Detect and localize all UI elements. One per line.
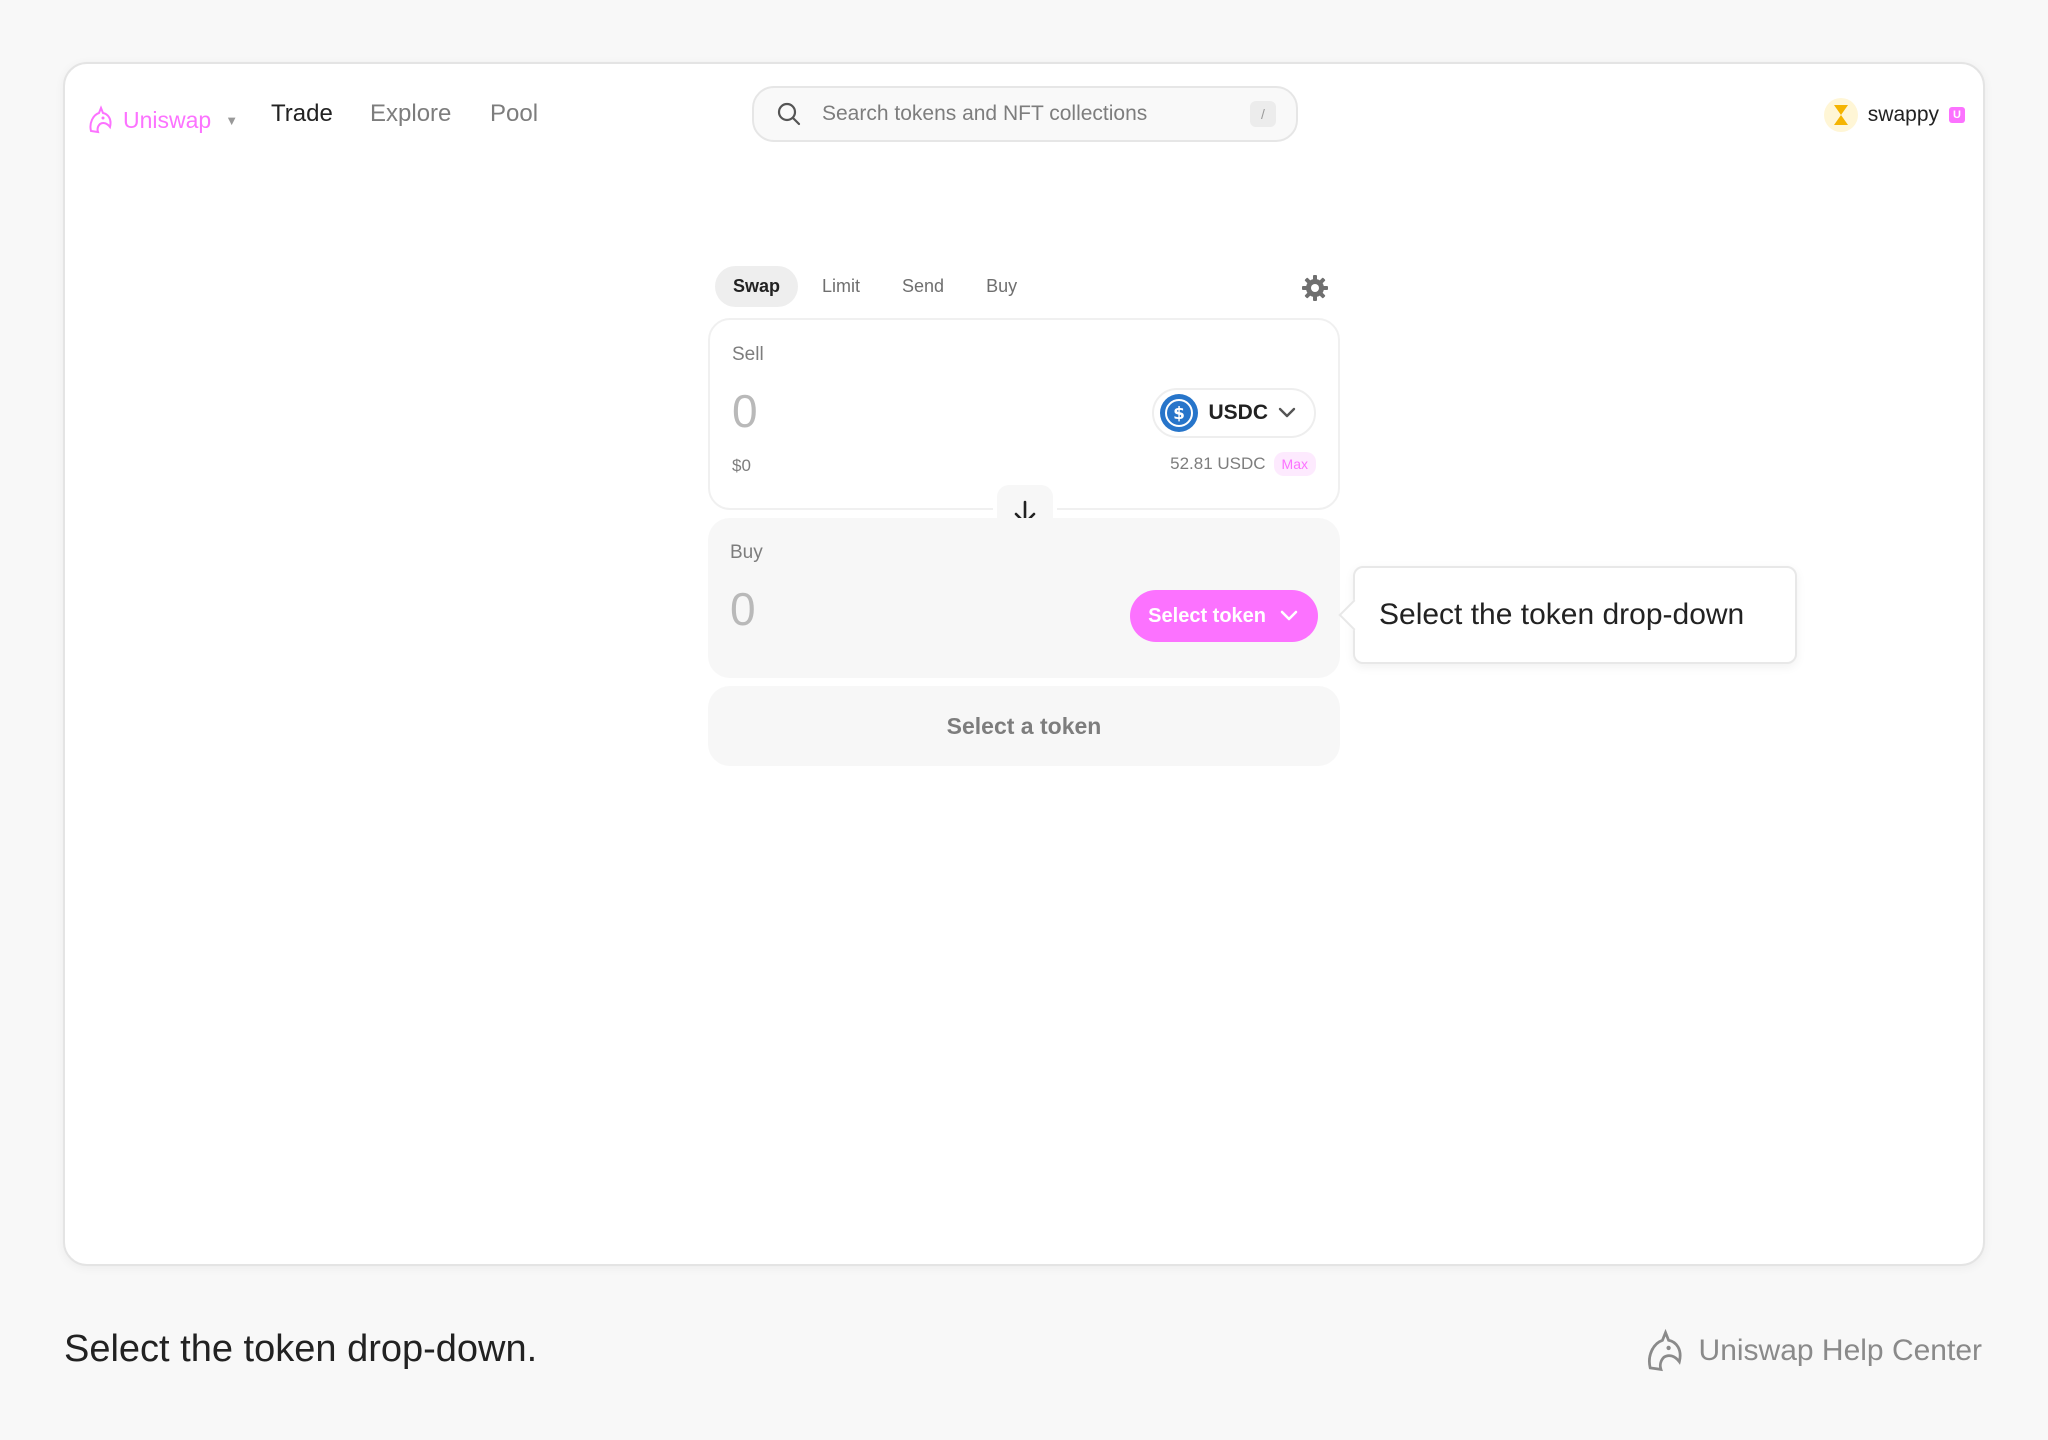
select-token-button[interactable]: Select token — [1130, 590, 1318, 642]
gear-icon[interactable] — [1301, 274, 1329, 302]
sell-token-selector[interactable]: $ USDC — [1152, 388, 1316, 438]
avatar — [1823, 98, 1858, 132]
buy-panel: Buy 0 Select token — [708, 518, 1340, 678]
app-window: Uniswap ▼ Trade Explore Pool Search toke… — [63, 62, 1985, 1266]
help-center-label: Uniswap Help Center — [1698, 1334, 1982, 1367]
uniswap-wallet-badge-icon: U — [1949, 107, 1965, 123]
usdc-token-icon: $ — [1160, 394, 1199, 432]
step-caption: Select the token drop-down. — [64, 1328, 538, 1370]
tab-send[interactable]: Send — [884, 266, 962, 307]
select-token-label: Select token — [1148, 604, 1266, 627]
account-name: swappy — [1867, 103, 1939, 126]
sell-balance-value: 52.81 USDC — [1170, 454, 1266, 473]
nav-pool[interactable]: Pool — [490, 100, 538, 128]
hourglass-icon — [1833, 105, 1848, 125]
unicorn-logo-icon — [89, 105, 112, 134]
account-button[interactable]: swappy U — [1823, 98, 1965, 132]
top-nav: Uniswap ▼ Trade Explore Pool Search toke… — [65, 64, 1983, 168]
buy-amount-input[interactable]: 0 — [730, 582, 756, 636]
search-icon — [777, 102, 801, 126]
help-center-brand: Uniswap Help Center — [1641, 1328, 1982, 1374]
svg-text:$: $ — [1174, 404, 1186, 424]
buy-label: Buy — [730, 542, 763, 563]
sell-balance: 52.81 USDC Max — [1170, 452, 1316, 476]
search-placeholder: Search tokens and NFT collections — [822, 102, 1148, 125]
sell-label: Sell — [732, 344, 764, 365]
sell-token-symbol: USDC — [1208, 401, 1268, 424]
brand-menu[interactable]: Uniswap ▼ — [85, 100, 238, 140]
nav-trade[interactable]: Trade — [271, 100, 333, 128]
search-shortcut-key: / — [1250, 101, 1276, 127]
chevron-down-icon: ▼ — [225, 112, 239, 128]
swap-tabs: Swap Limit Send Buy — [715, 264, 1035, 308]
search-input[interactable]: Search tokens and NFT collections / — [752, 86, 1298, 142]
tab-swap[interactable]: Swap — [715, 265, 799, 307]
max-button[interactable]: Max — [1273, 452, 1316, 476]
sell-usd-value: $0 — [732, 456, 751, 475]
tab-limit[interactable]: Limit — [804, 266, 878, 307]
chevron-down-icon — [1280, 610, 1298, 621]
chevron-down-icon — [1278, 407, 1296, 418]
select-a-token-button[interactable]: Select a token — [708, 686, 1340, 766]
sell-amount-input[interactable]: 0 — [732, 384, 758, 438]
tooltip: Select the token drop-down — [1353, 566, 1797, 664]
unicorn-logo-icon — [1647, 1328, 1681, 1372]
nav-explore[interactable]: Explore — [370, 100, 451, 128]
tab-buy[interactable]: Buy — [968, 266, 1035, 307]
brand-label: Uniswap — [123, 106, 212, 133]
